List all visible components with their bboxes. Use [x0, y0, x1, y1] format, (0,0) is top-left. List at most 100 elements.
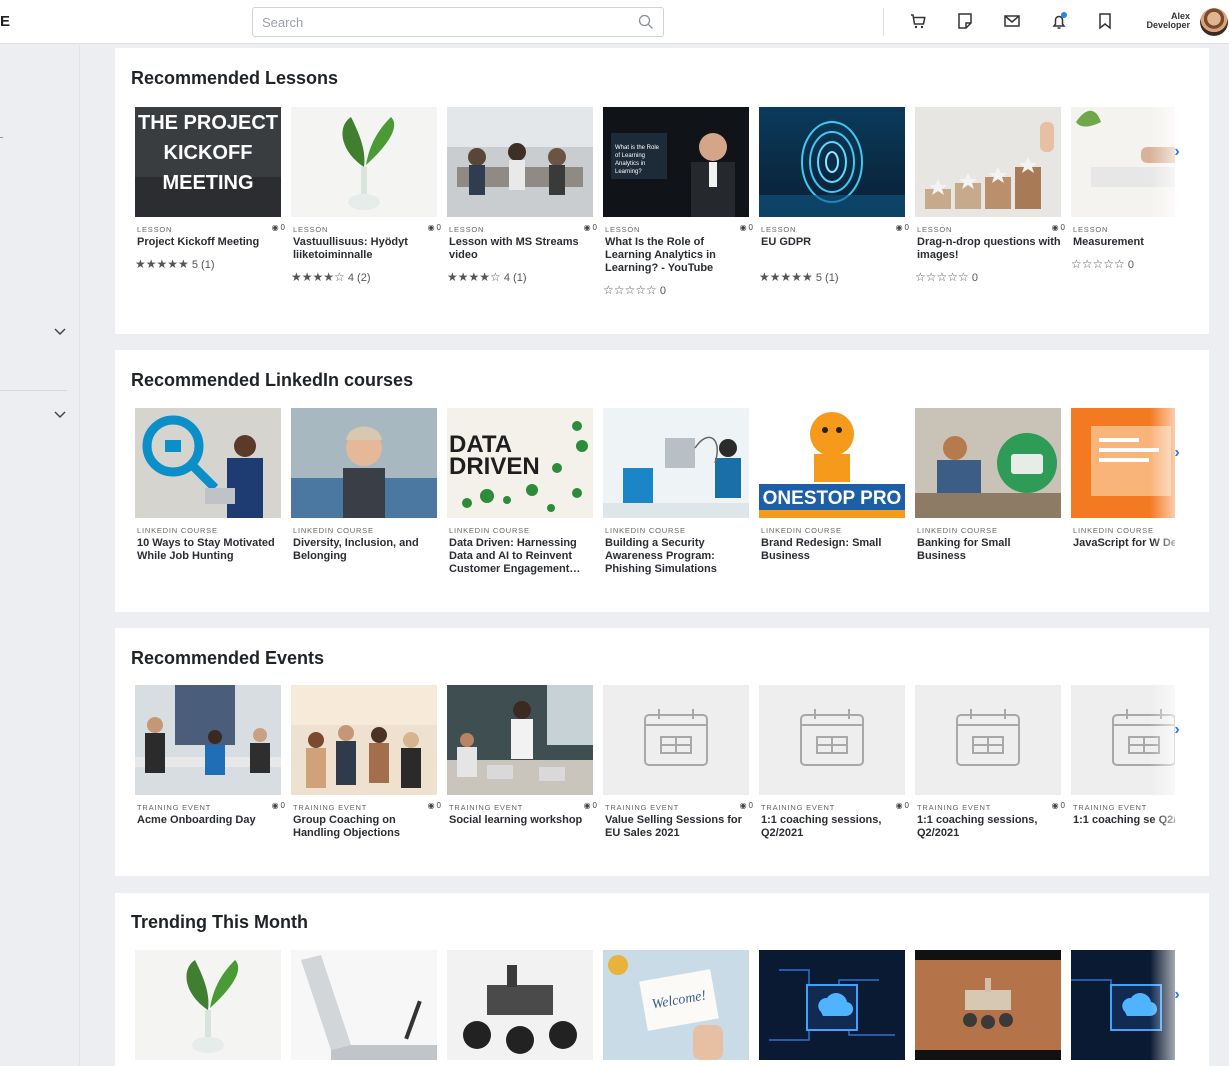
- thumbnail-image: [291, 408, 437, 518]
- notification-bell-icon[interactable]: [1049, 11, 1069, 31]
- event-card[interactable]: ◉ 0 TRAINING EVENT Acme Onboarding Day: [135, 685, 285, 827]
- user-name[interactable]: Alex Developer: [1130, 12, 1190, 30]
- content-type: TRAINING EVENT: [917, 803, 992, 812]
- linkedin-carousel: LINKEDIN COURSE 10 Ways to Stay Motivate…: [135, 408, 1175, 608]
- chevron-down-icon[interactable]: [52, 323, 68, 339]
- carousel-next-button[interactable]: ›: [1161, 97, 1193, 207]
- section-title: Recommended Lessons: [131, 68, 339, 88]
- trending-card[interactable]: [759, 950, 905, 1060]
- thumbnail-image: ONESTOP PRO: [759, 408, 905, 518]
- stars-rating-icon: ★★★★★: [759, 270, 813, 284]
- content-type: LINKEDIN COURSE: [293, 526, 374, 535]
- lesson-card[interactable]: ◉ 0 LESSON Vastuullisuus: Hyödyt liiketoi…: [291, 107, 441, 284]
- card-title: Measurement: [1073, 236, 1144, 248]
- card-title: EU GDPR: [761, 236, 812, 248]
- course-card[interactable]: LINKEDIN COURSE Building a Security Awar…: [603, 408, 749, 576]
- recommended-linkedin-section: Recommended LinkedIn courses LINKEDIN CO…: [115, 350, 1209, 612]
- brand-logo[interactable]: E: [0, 13, 10, 30]
- content-type: TRAINING EVENT: [137, 803, 212, 812]
- carousel-next-button[interactable]: ›: [1161, 940, 1193, 1050]
- section-title: Trending This Month: [131, 912, 308, 932]
- eye-icon: ◉: [1051, 223, 1059, 232]
- search-icon[interactable]: [638, 14, 654, 35]
- content-type: LESSON: [293, 225, 329, 234]
- content-type: LINKEDIN COURSE: [605, 526, 686, 535]
- card-title: Brand Redesign: Small Business: [761, 537, 882, 562]
- trending-card[interactable]: [291, 950, 437, 1060]
- event-card[interactable]: ◉ 0 TRAINING EVENT Group Coaching on Hand…: [291, 685, 441, 840]
- eye-icon: ◉: [271, 801, 279, 810]
- course-card[interactable]: LINKEDIN COURSE 10 Ways to Stay Motivate…: [135, 408, 281, 563]
- thumbnail-image: [759, 107, 905, 217]
- eye-icon: ◉: [739, 223, 747, 232]
- event-card[interactable]: ◉ 0 TRAINING EVENT Value Selling Sessions…: [603, 685, 753, 840]
- mail-icon[interactable]: [1002, 11, 1022, 31]
- thumb-text-line: ONESTOP PRO: [763, 488, 902, 509]
- course-card[interactable]: LINKEDIN COURSE Diversity, Inclusion, an…: [291, 408, 437, 563]
- thumb-text-line: Analytics in: [615, 161, 645, 167]
- eye-icon: ◉: [895, 223, 903, 232]
- card-title: 1:1 coaching sessions, Q2/2021: [761, 814, 882, 839]
- chevron-down-icon[interactable]: [52, 406, 68, 422]
- bookmark-icon[interactable]: [1095, 11, 1115, 31]
- eye-icon: ◉: [427, 801, 435, 810]
- top-bar: E Alex Developer: [0, 0, 1229, 44]
- avatar[interactable]: [1200, 8, 1228, 36]
- thumbnail-image: [915, 408, 1061, 518]
- card-title: Social learning workshop: [449, 814, 583, 826]
- lesson-card[interactable]: ◉ 0 LESSON Drag-n-drop questions with ima…: [915, 107, 1065, 284]
- event-card[interactable]: ◉ 0 TRAINING EVENT 1:1 coaching sessions,…: [759, 685, 909, 840]
- view-count: ◉ 0: [895, 223, 909, 232]
- thumb-text-line: of Learning: [615, 153, 645, 159]
- thumbnail-image: [915, 107, 1061, 217]
- event-card[interactable]: ◉ 0 TRAINING EVENT 1:1 coaching sessions,…: [915, 685, 1065, 840]
- card-title: 10 Ways to Stay Motivated While Job Hunt…: [137, 537, 275, 562]
- content-type: LESSON: [449, 225, 485, 234]
- calendar-icon: [915, 685, 1061, 795]
- search-input[interactable]: [253, 8, 623, 36]
- lesson-card[interactable]: THE PROJECT KICKOFF MEETING ◉ 0 LESSON Pr…: [135, 107, 285, 271]
- course-card[interactable]: LINKEDIN COURSE Banking for Small Busine…: [915, 408, 1061, 563]
- card-title: Value Selling Sessions for EU Sales 2021: [605, 814, 742, 839]
- lesson-card[interactable]: ◉ 0 LESSON EU GDPR ★★★★★ 5 (1): [759, 107, 909, 284]
- lesson-card[interactable]: What is the Role of Learning Analytics i…: [603, 107, 753, 297]
- card-title: Diversity, Inclusion, and Belonging: [293, 537, 419, 562]
- lesson-card[interactable]: ◉ 0 LESSON Lesson with MS Streams video ★…: [447, 107, 597, 284]
- thumbnail-image: [915, 950, 1061, 1060]
- thumbnail-image: What is the Role of Learning Analytics i…: [603, 107, 749, 217]
- trending-card[interactable]: [135, 950, 281, 1060]
- events-carousel: ◉ 0 TRAINING EVENT Acme Onboarding Day ◉ 0…: [135, 685, 1175, 885]
- trending-card[interactable]: [447, 950, 593, 1060]
- course-card[interactable]: DATA DRIVEN LINKEDIN COURSE Data Driven:…: [447, 408, 593, 576]
- thumbnail-image: DATA DRIVEN: [447, 408, 593, 518]
- thumbnail-image: [447, 107, 593, 217]
- course-card[interactable]: ONESTOP PRO LINKEDIN COURSE Brand Redesi…: [759, 408, 905, 563]
- card-title: 1:1 coaching sessions, Q2/2021: [917, 814, 1038, 839]
- thumbnail-image: [291, 950, 437, 1060]
- notes-icon[interactable]: [955, 11, 975, 31]
- cart-icon[interactable]: [908, 11, 928, 31]
- view-count: ◉ 0: [895, 801, 909, 810]
- trending-card[interactable]: [915, 950, 1061, 1060]
- carousel-next-button[interactable]: ›: [1161, 675, 1193, 785]
- thumbnail-image: [447, 950, 593, 1060]
- rating: ★★★★★ 5 (1): [759, 270, 839, 284]
- trending-card[interactable]: Welcome!: [603, 950, 749, 1060]
- thumbnail-image: [447, 685, 593, 795]
- thumbnail-image: [603, 408, 749, 518]
- topbar-divider: [883, 8, 884, 36]
- sidebar: [0, 45, 80, 1066]
- lessons-carousel: THE PROJECT KICKOFF MEETING ◉ 0 LESSON Pr…: [135, 107, 1175, 307]
- view-count: ◉ 0: [1051, 801, 1065, 810]
- view-count: ◉ 0: [583, 801, 597, 810]
- rating: ☆☆☆☆☆ 0: [1071, 257, 1134, 271]
- event-card[interactable]: ◉ 0 TRAINING EVENT Social learning worksh…: [447, 685, 597, 827]
- rating: ★★★★☆ 4 (2): [291, 270, 371, 284]
- content-type: LESSON: [1073, 225, 1109, 234]
- rating: ★★★★☆ 4 (1): [447, 270, 527, 284]
- carousel-next-button[interactable]: ›: [1161, 398, 1193, 508]
- eye-icon: ◉: [583, 801, 591, 810]
- chevron-right-icon: ›: [1174, 444, 1180, 461]
- view-count: ◉ 0: [271, 223, 285, 232]
- card-title: Project Kickoff Meeting: [137, 236, 260, 248]
